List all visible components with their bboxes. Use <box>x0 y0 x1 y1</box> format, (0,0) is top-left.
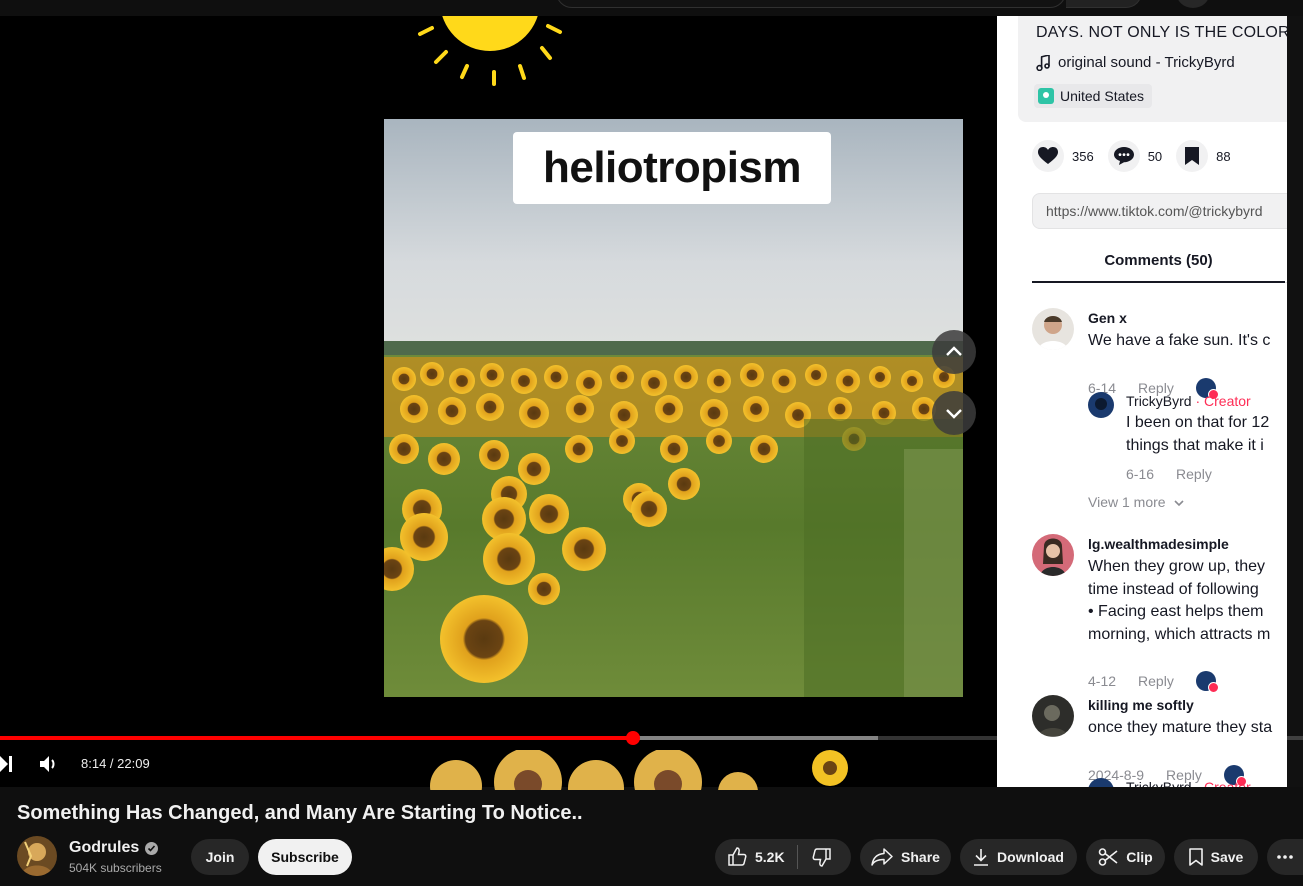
comment-text: I been on that for 12 things that make i… <box>1126 414 1270 454</box>
reply-button[interactable]: Reply <box>1138 673 1174 689</box>
chevron-down-icon <box>946 409 962 419</box>
like-icon <box>728 847 747 866</box>
subscriber-count: 504K subscribers <box>69 861 162 875</box>
like-button[interactable]: 5.2K <box>727 847 785 867</box>
tab-comments[interactable]: Comments (50) <box>1032 248 1285 283</box>
player-edge <box>1287 16 1303 787</box>
more-actions-button[interactable] <box>1267 839 1303 875</box>
dislike-button[interactable] <box>806 847 832 867</box>
comment-date: 4-12 <box>1088 673 1117 689</box>
sun-drawing <box>418 16 562 86</box>
bookmark-icon <box>1185 147 1200 165</box>
creator-badge: · Creator <box>1195 393 1251 409</box>
comment-action[interactable]: 50 <box>1107 140 1163 172</box>
save-icon <box>1188 848 1203 866</box>
next-icon[interactable] <box>0 754 14 774</box>
location-icon <box>1038 88 1054 104</box>
subscribe-button[interactable]: Subscribe <box>258 839 352 875</box>
avatar[interactable] <box>1032 534 1074 576</box>
download-icon <box>974 849 989 866</box>
reply-button[interactable]: Reply <box>1176 466 1212 482</box>
chevron-up-icon <box>946 346 962 356</box>
comment-count: 50 <box>1147 148 1163 164</box>
avatar[interactable] <box>1032 695 1074 737</box>
time-display: 8:14 / 22:09 <box>81 756 150 771</box>
masthead <box>0 0 1303 16</box>
video-title: Something Has Changed, and Many Are Star… <box>17 802 583 824</box>
heart-icon <box>1038 147 1058 164</box>
comment-author[interactable]: TrickyByrd <box>1126 779 1192 787</box>
channel-name[interactable]: Godrules <box>69 839 159 857</box>
engagement-bar: 356 50 88 <box>1032 140 1231 172</box>
player-controls: 8:14 / 22:09 <box>0 748 1303 780</box>
comment-author[interactable]: killing me softly <box>1088 697 1194 713</box>
sound-label: original sound - TrickyByrd <box>1058 54 1235 71</box>
creator-liked-avatar <box>1195 671 1219 693</box>
avatar[interactable] <box>1088 392 1114 418</box>
creator-badge: · Creator <box>1195 779 1251 787</box>
clip-button[interactable]: Clip <box>1086 839 1165 875</box>
location-label: United States <box>1060 88 1145 104</box>
share-icon <box>871 848 893 866</box>
verified-icon <box>145 841 159 855</box>
reply-author-line: TrickyByrd · Creator <box>1126 393 1251 409</box>
scissors-icon <box>1098 848 1118 866</box>
sunflower-field-image <box>384 119 963 697</box>
view-more-replies[interactable]: View 1 more <box>1088 494 1185 510</box>
location-tag[interactable]: United States <box>1034 84 1153 108</box>
played-bar <box>0 736 634 740</box>
previous-video-button[interactable] <box>932 330 976 374</box>
progress-bar[interactable] <box>0 731 1303 745</box>
sound-link[interactable]: original sound - TrickyByrd <box>1036 54 1235 71</box>
avatar[interactable] <box>1032 308 1074 350</box>
comment-meta: 4-12 Reply <box>1088 671 1219 693</box>
tiktok-details-panel: DAYS. NOT ONLY IS THE COLOR original sou… <box>997 16 1287 787</box>
like-action[interactable]: 356 <box>1032 140 1094 172</box>
comment-icon <box>1113 147 1134 165</box>
bookmark-action[interactable]: 88 <box>1176 140 1231 172</box>
download-button[interactable]: Download <box>960 839 1077 875</box>
channel-avatar[interactable] <box>17 836 57 876</box>
bookmark-count: 88 <box>1216 148 1231 164</box>
next-video-arrow-button[interactable] <box>932 391 976 435</box>
dislike-icon <box>812 848 831 867</box>
like-dislike-group: 5.2K <box>715 839 851 875</box>
comment-meta: 6-16 Reply <box>1126 466 1212 482</box>
comment-author[interactable]: lg.wealthmadesimple <box>1088 536 1229 552</box>
comment-date: 6-16 <box>1126 466 1155 482</box>
comments-tabs: Comments (50) <box>1032 248 1287 283</box>
like-count: 356 <box>1072 148 1094 164</box>
comment-author[interactable]: TrickyByrd <box>1126 393 1192 409</box>
comment-text: When they grow up, they time instead of … <box>1088 558 1271 643</box>
divider <box>796 845 798 869</box>
search-input[interactable] <box>556 0 1066 8</box>
search-button[interactable] <box>1066 0 1142 8</box>
like-count: 5.2K <box>755 849 785 865</box>
reply-author-line: TrickyByrd · Creator <box>1126 779 1251 787</box>
video-link-field[interactable]: https://www.tiktok.com/@trickybyrd <box>1032 193 1287 229</box>
save-button[interactable]: Save <box>1174 839 1258 875</box>
chevron-down-icon <box>1174 500 1185 507</box>
more-icon <box>1277 855 1293 859</box>
volume-icon[interactable] <box>38 754 60 774</box>
video-player[interactable]: heliotropism DAYS. NOT ONLY IS THE COLOR… <box>0 16 1303 787</box>
video-description: DAYS. NOT ONLY IS THE COLOR <box>1036 24 1287 41</box>
share-button[interactable]: Share <box>860 839 951 875</box>
voice-search-button[interactable] <box>1176 0 1210 8</box>
comment-author[interactable]: Gen x <box>1088 310 1127 326</box>
join-button[interactable]: Join <box>191 839 249 875</box>
clip-caption: heliotropism <box>513 132 831 204</box>
comment-text: We have a fake sun. It's c <box>1088 332 1271 349</box>
music-note-icon <box>1036 54 1050 71</box>
tiktok-video-frame[interactable]: heliotropism <box>384 119 963 697</box>
